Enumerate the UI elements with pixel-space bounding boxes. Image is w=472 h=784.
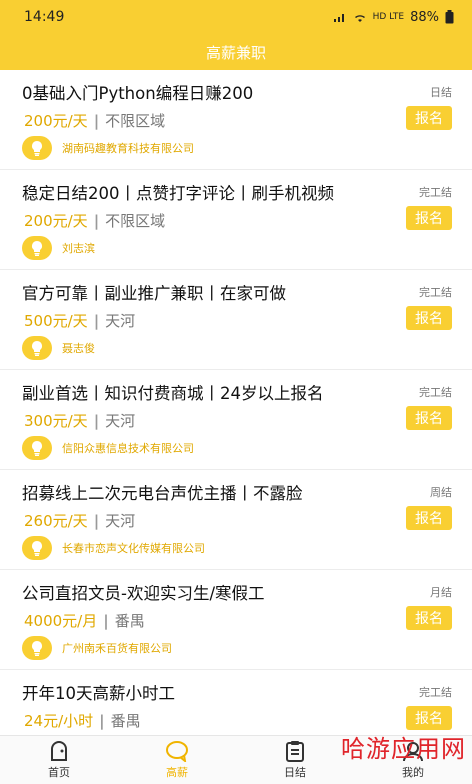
- job-list: 0基础入门Python编程日赚200 日结 200元/天 | 不限区域 报名 湖南码…: [0, 70, 472, 770]
- area: 番禺: [110, 712, 141, 730]
- job-meta: 200元/天 | 不限区域: [24, 210, 165, 231]
- settle-type: 月结: [430, 586, 452, 599]
- area: 天河: [105, 412, 136, 430]
- lightbulb-icon: [22, 336, 52, 360]
- job-title: 公司直招文员-欢迎实习生/寒假工: [22, 584, 265, 603]
- job-meta: 4000元/月 | 番禺: [24, 610, 145, 631]
- job-item[interactable]: 稳定日结200丨点赞打字评论丨刷手机视频 完工结 200元/天 | 不限区域 报名 …: [0, 170, 472, 270]
- network-label: HD LTE: [372, 12, 405, 22]
- settle-type: 完工结: [419, 386, 452, 399]
- lightbulb-icon: [22, 236, 52, 260]
- apply-button[interactable]: 报名: [406, 306, 452, 330]
- settle-type: 完工结: [419, 186, 452, 199]
- job-meta: 260元/天 | 天河: [24, 510, 135, 531]
- divider: |: [99, 711, 105, 730]
- area: 不限区域: [105, 212, 166, 230]
- job-title: 招募线上二次元电台声优主播丨不露脸: [22, 484, 303, 503]
- tab-label: 日结: [284, 766, 306, 779]
- battery-percent: 88%: [410, 9, 439, 25]
- area: 天河: [105, 512, 136, 530]
- company-row: 长春市恋声文化传媒有限公司: [22, 536, 205, 560]
- tab-label: 首页: [48, 766, 70, 779]
- job-item[interactable]: 招募线上二次元电台声优主播丨不露脸 周结 260元/天 | 天河 报名 长春市恋声文…: [0, 470, 472, 570]
- divider: |: [93, 511, 100, 530]
- tab-label: 我的: [402, 766, 424, 779]
- company-name: 聂志俊: [62, 342, 95, 355]
- company-row: 信阳众惠信息技术有限公司: [22, 436, 194, 460]
- salary: 4000元/月: [24, 612, 98, 630]
- company-name: 长春市恋声文化传媒有限公司: [62, 542, 205, 555]
- job-meta: 500元/天 | 天河: [24, 310, 135, 331]
- divider: |: [103, 611, 109, 630]
- chat-bubble-icon: [166, 741, 188, 762]
- job-title: 副业首选丨知识付费商城丨24岁以上报名: [22, 384, 324, 403]
- company-name: 湖南码趣教育科技有限公司: [62, 142, 194, 155]
- tab-daily-pay[interactable]: 日结: [236, 736, 354, 784]
- salary: 500元/天: [24, 312, 88, 330]
- lightbulb-icon: [22, 436, 52, 460]
- job-title: 0基础入门Python编程日赚200: [22, 84, 254, 103]
- area: 天河: [105, 312, 136, 330]
- lightbulb-icon: [22, 536, 52, 560]
- watermark: 哈游应用网: [341, 735, 466, 763]
- company-name: 广州南禾百货有限公司: [62, 642, 172, 655]
- tab-label: 高薪: [166, 766, 188, 779]
- battery-icon: [445, 10, 454, 24]
- company-row: 湖南码趣教育科技有限公司: [22, 136, 194, 160]
- company-row: 广州南禾百货有限公司: [22, 636, 172, 660]
- tab-high-pay[interactable]: 高薪: [118, 736, 236, 784]
- job-meta: 200元/天 | 不限区域: [24, 110, 165, 131]
- page-title: 高薪兼职: [205, 43, 266, 62]
- lightbulb-icon: [22, 636, 52, 660]
- settle-type: 周结: [430, 486, 452, 499]
- home-icon: [51, 741, 67, 761]
- job-item[interactable]: 官方可靠丨副业推广兼职丨在家可做 完工结 500元/天 | 天河 报名 聂志俊: [0, 270, 472, 370]
- divider: |: [93, 211, 100, 230]
- status-time: 14:49: [24, 9, 65, 25]
- wifi-icon: [354, 15, 365, 22]
- clipboard-icon: [286, 741, 304, 762]
- company-name: 信阳众惠信息技术有限公司: [62, 442, 194, 455]
- settle-type: 完工结: [419, 686, 452, 699]
- job-item[interactable]: 0基础入门Python编程日赚200 日结 200元/天 | 不限区域 报名 湖南码…: [0, 70, 472, 170]
- apply-button[interactable]: 报名: [406, 506, 452, 530]
- job-title: 开年10天高薪小时工: [22, 684, 175, 703]
- app-bar: 高薪兼职: [0, 34, 472, 70]
- salary: 260元/天: [24, 512, 88, 530]
- apply-button[interactable]: 报名: [406, 406, 452, 430]
- salary: 200元/天: [24, 112, 88, 130]
- status-bar: 14:49 HD LTE 88%: [0, 0, 472, 34]
- company-row: 聂志俊: [22, 336, 95, 360]
- salary: 300元/天: [24, 412, 88, 430]
- tab-home[interactable]: 首页: [0, 736, 118, 784]
- apply-button[interactable]: 报名: [406, 106, 452, 130]
- salary: 24元/小时: [24, 712, 94, 730]
- job-item[interactable]: 公司直招文员-欢迎实习生/寒假工 月结 4000元/月 | 番禺 报名 广州南禾百货…: [0, 570, 472, 670]
- job-item[interactable]: 副业首选丨知识付费商城丨24岁以上报名 完工结 300元/天 | 天河 报名 信阳众…: [0, 370, 472, 470]
- settle-type: 完工结: [419, 286, 452, 299]
- apply-button[interactable]: 报名: [406, 706, 452, 730]
- job-meta: 300元/天 | 天河: [24, 410, 135, 431]
- status-icons: HD LTE 88%: [333, 10, 454, 25]
- job-title: 官方可靠丨副业推广兼职丨在家可做: [22, 284, 286, 303]
- apply-button[interactable]: 报名: [406, 206, 452, 230]
- apply-button[interactable]: 报名: [406, 606, 452, 630]
- job-meta: 24元/小时 | 番禺: [24, 710, 141, 731]
- signal-icon: [333, 14, 344, 22]
- lightbulb-icon: [22, 136, 52, 160]
- divider: |: [93, 111, 100, 130]
- company-name: 刘志滨: [62, 242, 95, 255]
- area: 番禺: [114, 612, 145, 630]
- company-row: 刘志滨: [22, 236, 95, 260]
- divider: |: [93, 411, 100, 430]
- salary: 200元/天: [24, 212, 88, 230]
- divider: |: [93, 311, 100, 330]
- job-title: 稳定日结200丨点赞打字评论丨刷手机视频: [22, 184, 334, 203]
- settle-type: 日结: [430, 86, 452, 99]
- area: 不限区域: [105, 112, 166, 130]
